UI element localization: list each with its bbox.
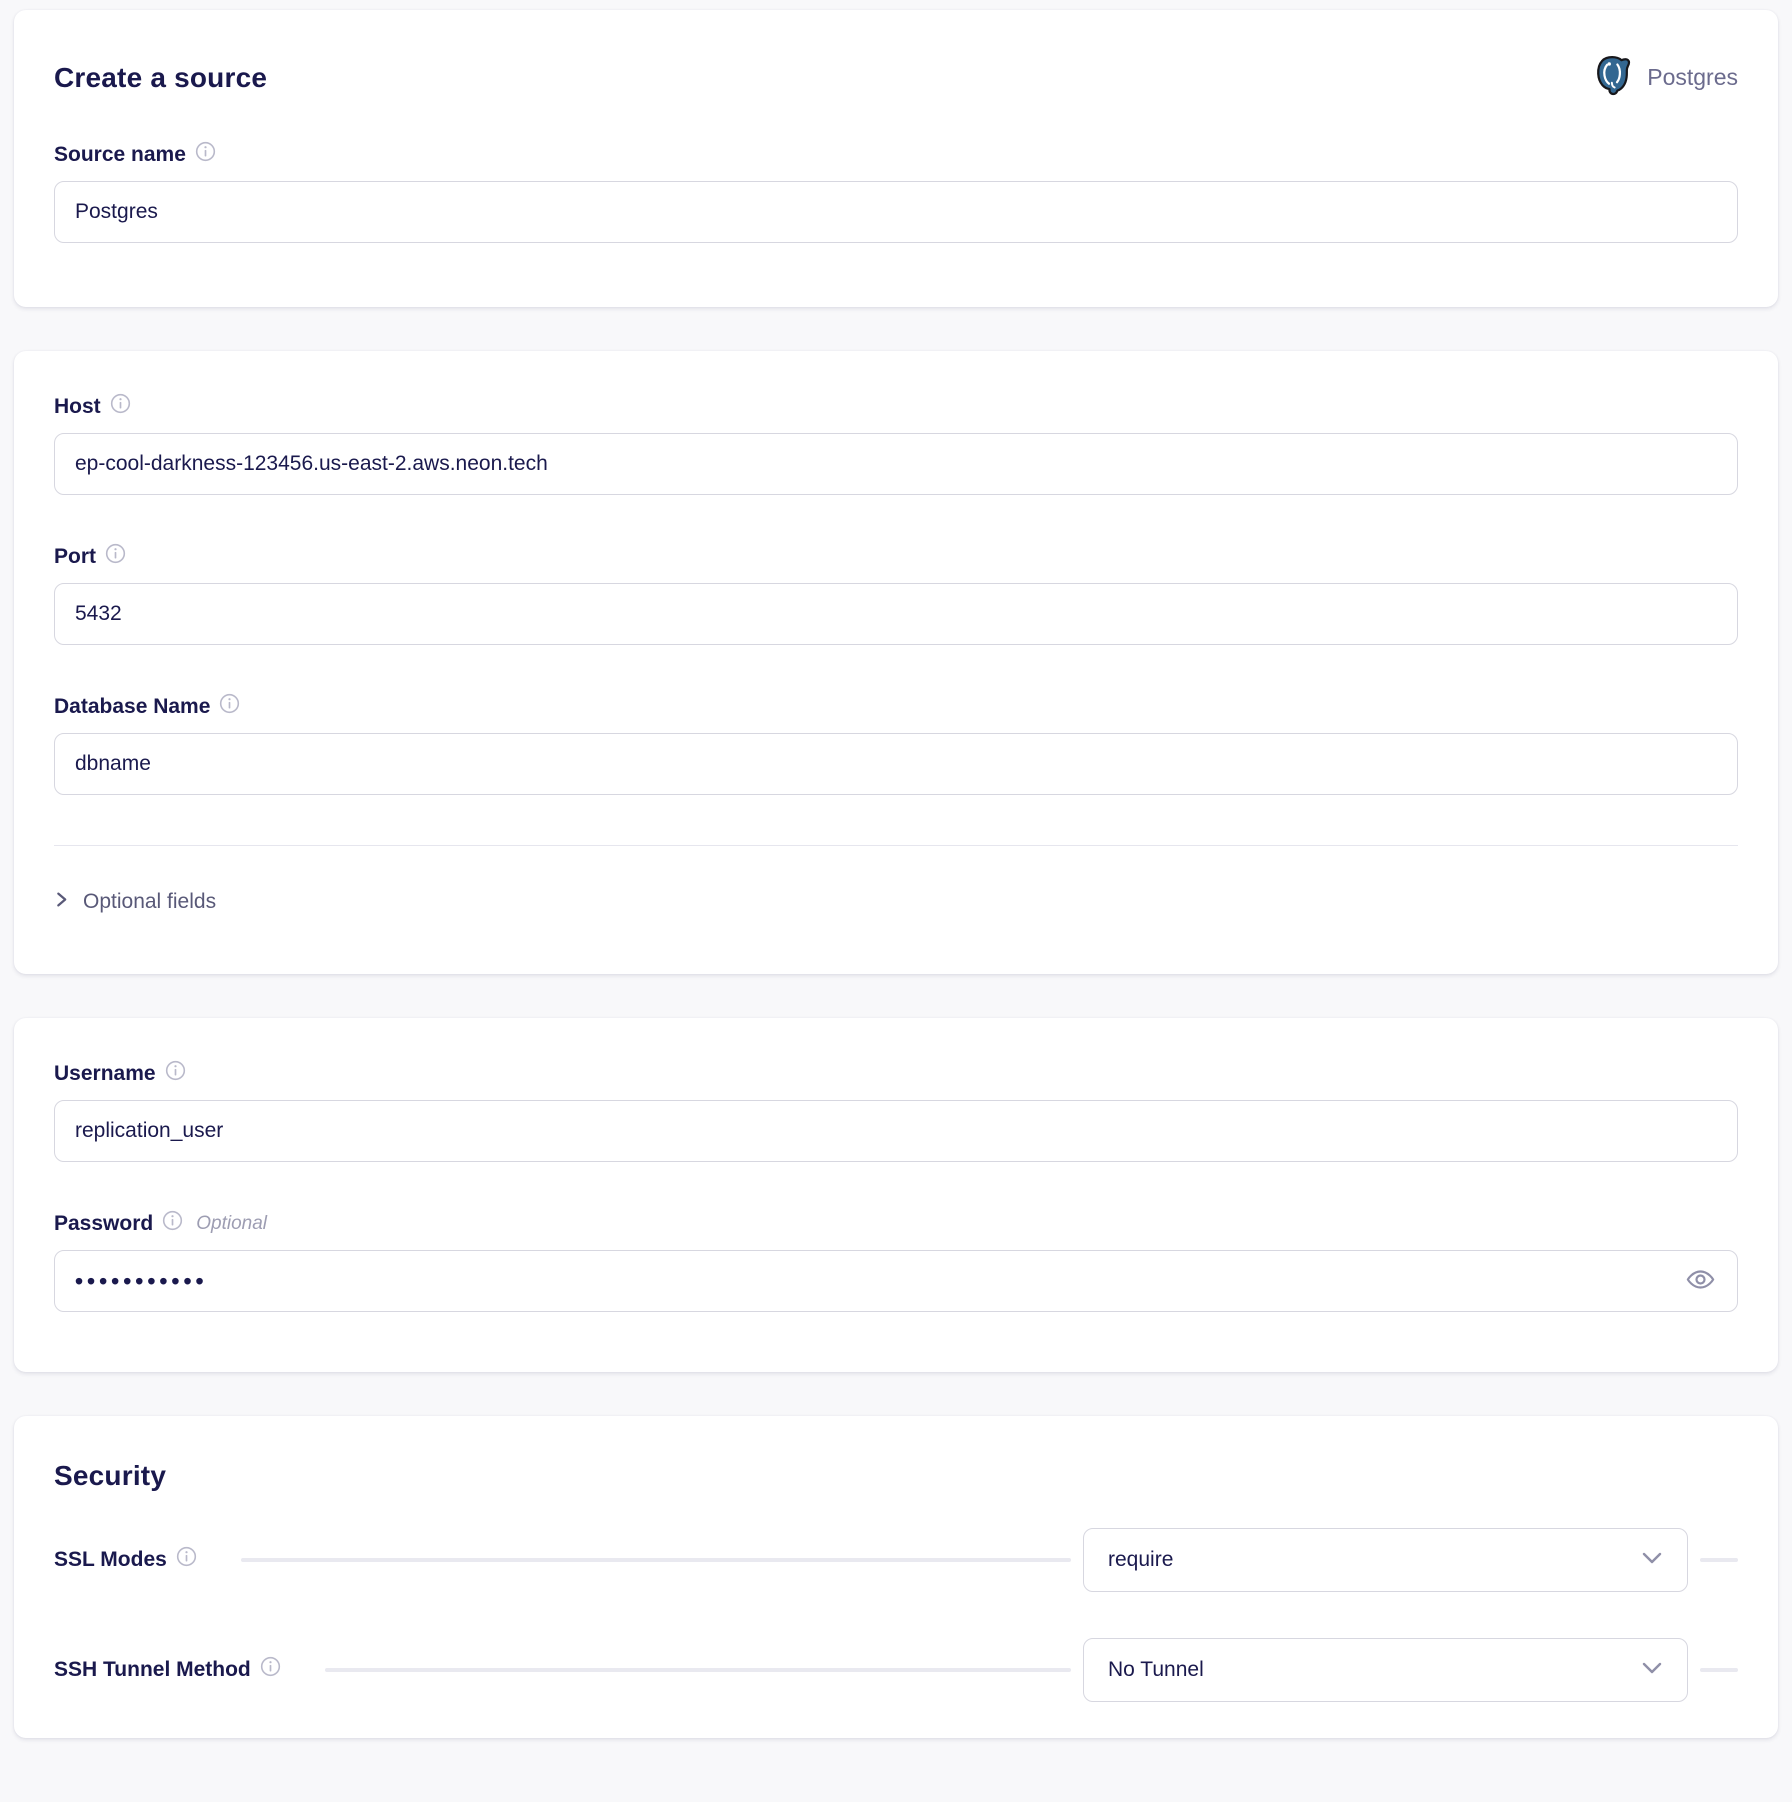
ssh-tunnel-value: No Tunnel xyxy=(1108,1658,1204,1682)
security-card: Security SSL Modes require SSH Tunnel Me… xyxy=(14,1416,1778,1738)
credentials-card: Username Password Optional xyxy=(14,1018,1778,1372)
security-title: Security xyxy=(54,1460,1738,1492)
source-name-label: Source name xyxy=(54,143,186,167)
password-visibility-toggle[interactable] xyxy=(1685,1264,1716,1298)
source-name-field: Source name xyxy=(54,143,1738,243)
postgres-logo-icon xyxy=(1591,54,1633,101)
info-icon[interactable] xyxy=(176,1546,197,1567)
create-source-header: Create a source Postgres xyxy=(54,54,1738,101)
field-connector-line xyxy=(1700,1558,1738,1562)
host-input[interactable] xyxy=(54,433,1738,495)
ssh-tunnel-label: SSH Tunnel Method xyxy=(54,1658,251,1682)
connection-card: Host Port Database Name Optional xyxy=(14,351,1778,974)
info-icon[interactable] xyxy=(260,1656,281,1677)
ssl-modes-row: SSL Modes require xyxy=(54,1528,1738,1592)
source-name-input[interactable] xyxy=(54,181,1738,243)
optional-fields-label: Optional fields xyxy=(83,890,216,914)
connector-name-label: Postgres xyxy=(1647,64,1738,91)
chevron-right-icon xyxy=(54,891,69,913)
ssh-tunnel-row: SSH Tunnel Method No Tunnel xyxy=(54,1638,1738,1702)
password-field: Password Optional xyxy=(54,1212,1738,1312)
port-input[interactable] xyxy=(54,583,1738,645)
password-input[interactable] xyxy=(54,1250,1738,1312)
field-connector-line xyxy=(1700,1668,1738,1672)
info-icon[interactable] xyxy=(195,141,216,162)
username-input[interactable] xyxy=(54,1100,1738,1162)
eye-icon xyxy=(1685,1264,1716,1298)
port-field: Port xyxy=(54,545,1738,645)
port-label: Port xyxy=(54,545,96,569)
ssl-modes-value: require xyxy=(1108,1548,1173,1572)
chevron-down-icon xyxy=(1641,1551,1663,1570)
password-label: Password xyxy=(54,1212,153,1236)
field-connector-line xyxy=(325,1668,1071,1672)
database-name-label: Database Name xyxy=(54,695,210,719)
create-source-card: Create a source Postgres Source name xyxy=(14,10,1778,307)
page-title: Create a source xyxy=(54,62,267,94)
divider xyxy=(54,845,1738,846)
username-label: Username xyxy=(54,1062,156,1086)
host-field: Host xyxy=(54,395,1738,495)
database-name-field: Database Name xyxy=(54,695,1738,795)
ssh-tunnel-select[interactable]: No Tunnel xyxy=(1083,1638,1688,1702)
optional-fields-toggle[interactable]: Optional fields xyxy=(54,890,216,914)
info-icon[interactable] xyxy=(105,543,126,564)
info-icon[interactable] xyxy=(110,393,131,414)
chevron-down-icon xyxy=(1641,1661,1663,1680)
ssl-modes-select[interactable]: require xyxy=(1083,1528,1688,1592)
info-icon[interactable] xyxy=(162,1210,183,1231)
username-field: Username xyxy=(54,1062,1738,1162)
host-label: Host xyxy=(54,395,101,419)
ssl-modes-label: SSL Modes xyxy=(54,1548,167,1572)
info-icon[interactable] xyxy=(165,1060,186,1081)
database-name-input[interactable] xyxy=(54,733,1738,795)
info-icon[interactable] xyxy=(219,693,240,714)
connector-badge: Postgres xyxy=(1591,54,1738,101)
password-optional-tag: Optional xyxy=(196,1213,267,1235)
field-connector-line xyxy=(241,1558,1071,1562)
